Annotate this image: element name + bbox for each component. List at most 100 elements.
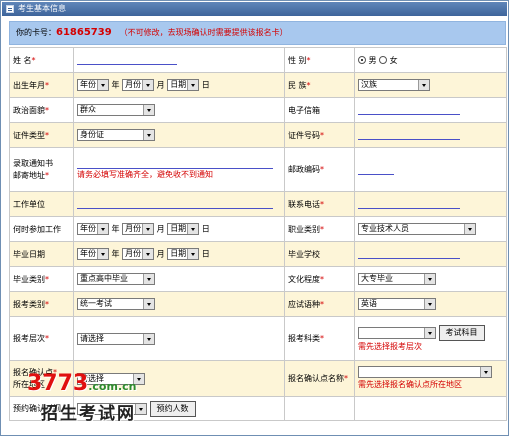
exam-level-select[interactable]: 请选择 bbox=[77, 332, 155, 345]
chevron-down-icon bbox=[142, 224, 154, 234]
student-info-form: 姓 名* 性 别* 男 女 出生年月* 年份 年 月份 月 日期 日 民 族* … bbox=[9, 47, 507, 421]
chevron-down-icon bbox=[424, 327, 435, 338]
exam-subject-hint: 需先选择报考层次 bbox=[358, 341, 422, 351]
work-start-day-select[interactable]: 日期 bbox=[167, 223, 200, 235]
grad-month-select[interactable]: 月份 bbox=[122, 248, 155, 260]
birth-month-select[interactable]: 月份 bbox=[122, 79, 155, 91]
gender-male-radio[interactable] bbox=[358, 56, 366, 64]
name-input[interactable] bbox=[77, 55, 177, 65]
chevron-down-icon bbox=[143, 130, 154, 140]
reserve-count-button[interactable]: 预约人数 bbox=[149, 400, 196, 417]
confirm-point-select[interactable] bbox=[358, 366, 492, 379]
month-unit: 月 bbox=[156, 249, 165, 259]
confirm-point-label: 报名确认点名称* bbox=[284, 360, 355, 397]
work-start-year-select[interactable]: 年份 bbox=[77, 223, 109, 235]
id-type-label: 证件类型* bbox=[9, 122, 74, 148]
workplace-input[interactable] bbox=[77, 199, 273, 209]
birth-label: 出生年月* bbox=[9, 72, 74, 98]
phone-input[interactable] bbox=[358, 199, 460, 209]
year-unit: 年 bbox=[111, 224, 120, 234]
chevron-down-icon bbox=[187, 224, 199, 234]
confirm-point-hint: 需先选择报名确认点所在地区 bbox=[358, 379, 462, 389]
chevron-down-icon bbox=[97, 249, 108, 259]
workplace-label: 工作单位 bbox=[9, 191, 74, 217]
chevron-down-icon bbox=[418, 80, 429, 90]
gender-female-radio[interactable] bbox=[379, 56, 388, 64]
grad-school-input[interactable] bbox=[358, 249, 460, 259]
site-watermark-logo: 3773.com.cn bbox=[27, 371, 137, 396]
email-input[interactable] bbox=[358, 105, 460, 115]
work-start-month-select[interactable]: 月份 bbox=[122, 223, 155, 235]
month-unit: 月 bbox=[156, 224, 165, 234]
chevron-down-icon bbox=[424, 274, 435, 284]
phone-label: 联系电话* bbox=[284, 191, 355, 217]
card-number-bar: 你的卡号：61865739 （不可修改，去现场确认时需要提供该报名卡） bbox=[9, 21, 506, 45]
politics-select[interactable]: 群众 bbox=[77, 104, 155, 116]
month-unit: 月 bbox=[156, 80, 165, 90]
postcode-input[interactable] bbox=[358, 165, 394, 175]
postcode-label: 邮政编码* bbox=[284, 147, 355, 192]
window-titlebar: 考生基本信息 bbox=[2, 2, 507, 16]
name-label: 姓 名* bbox=[9, 47, 74, 73]
grad-date-label: 毕业日期 bbox=[9, 241, 74, 267]
ethnicity-select[interactable]: 汉族 bbox=[358, 79, 430, 91]
year-unit: 年 bbox=[111, 80, 120, 90]
exam-subject-label: 报考科类* bbox=[284, 316, 355, 361]
id-number-input[interactable] bbox=[358, 130, 460, 140]
window-title: 考生基本信息 bbox=[18, 4, 66, 13]
work-start-label: 何时参加工作 bbox=[9, 216, 74, 242]
education-select[interactable]: 大专毕业 bbox=[358, 273, 436, 285]
grad-type-select[interactable]: 重点高中毕业 bbox=[77, 273, 155, 285]
site-watermark-slogan: 招生考试网 bbox=[41, 404, 136, 424]
exam-subjects-button[interactable]: 考试科目 bbox=[438, 324, 485, 341]
politics-label: 政治面貌* bbox=[9, 97, 74, 123]
exam-level-label: 报考层次* bbox=[9, 316, 74, 361]
form-window: 考生基本信息 你的卡号：61865739 （不可修改，去现场确认时需要提供该报名卡… bbox=[0, 0, 509, 436]
grad-year-select[interactable]: 年份 bbox=[77, 248, 109, 260]
grad-type-label: 毕业类别* bbox=[9, 266, 74, 292]
birth-year-select[interactable]: 年份 bbox=[77, 79, 109, 91]
gender-male-label: 男 bbox=[368, 55, 377, 65]
email-label: 电子信箱 bbox=[284, 97, 355, 123]
exam-lang-select[interactable]: 英语 bbox=[358, 298, 436, 310]
chevron-down-icon bbox=[142, 249, 154, 259]
year-unit: 年 bbox=[111, 249, 120, 259]
id-type-select[interactable]: 身份证 bbox=[77, 129, 155, 141]
chevron-down-icon bbox=[135, 403, 146, 414]
chevron-down-icon bbox=[464, 224, 475, 234]
exam-lang-label: 应试语种* bbox=[284, 291, 355, 317]
chevron-down-icon bbox=[143, 299, 154, 309]
card-number: 61865739 bbox=[56, 27, 112, 38]
id-number-label: 证件号码* bbox=[284, 122, 355, 148]
exam-type-select[interactable]: 统一考试 bbox=[77, 298, 155, 310]
chevron-down-icon bbox=[480, 367, 491, 378]
grad-school-label: 毕业学校 bbox=[284, 241, 355, 267]
chevron-down-icon bbox=[142, 80, 154, 90]
mail-address-input[interactable] bbox=[77, 159, 273, 169]
gender-label: 性 别* bbox=[284, 47, 355, 73]
exam-subject-select[interactable] bbox=[358, 326, 436, 339]
education-label: 文化程度* bbox=[284, 266, 355, 292]
day-unit: 日 bbox=[201, 249, 210, 259]
mail-address-hint: 请务必填写准确齐全，避免收不到通知 bbox=[77, 169, 213, 179]
gender-female-label: 女 bbox=[389, 55, 398, 65]
grad-day-select[interactable]: 日期 bbox=[167, 248, 200, 260]
occupation-label: 职业类别* bbox=[284, 216, 355, 242]
day-unit: 日 bbox=[201, 80, 210, 90]
chevron-down-icon bbox=[187, 80, 199, 90]
chevron-down-icon bbox=[424, 299, 435, 309]
exam-type-label: 报考类别* bbox=[9, 291, 74, 317]
day-unit: 日 bbox=[201, 224, 210, 234]
card-note: （不可修改，去现场确认时需要提供该报名卡） bbox=[119, 28, 288, 37]
chevron-down-icon bbox=[143, 105, 154, 115]
chevron-down-icon bbox=[187, 249, 199, 259]
occupation-select[interactable]: 专业技术人员 bbox=[358, 223, 476, 235]
chevron-down-icon bbox=[97, 224, 108, 234]
birth-day-select[interactable]: 日期 bbox=[167, 79, 200, 91]
window-icon bbox=[6, 5, 14, 13]
chevron-down-icon bbox=[143, 274, 154, 284]
chevron-down-icon bbox=[143, 333, 154, 344]
chevron-down-icon bbox=[97, 80, 108, 90]
ethnicity-label: 民 族* bbox=[284, 72, 355, 98]
mail-address-label: 录取通知书 邮寄地址* bbox=[9, 147, 74, 192]
